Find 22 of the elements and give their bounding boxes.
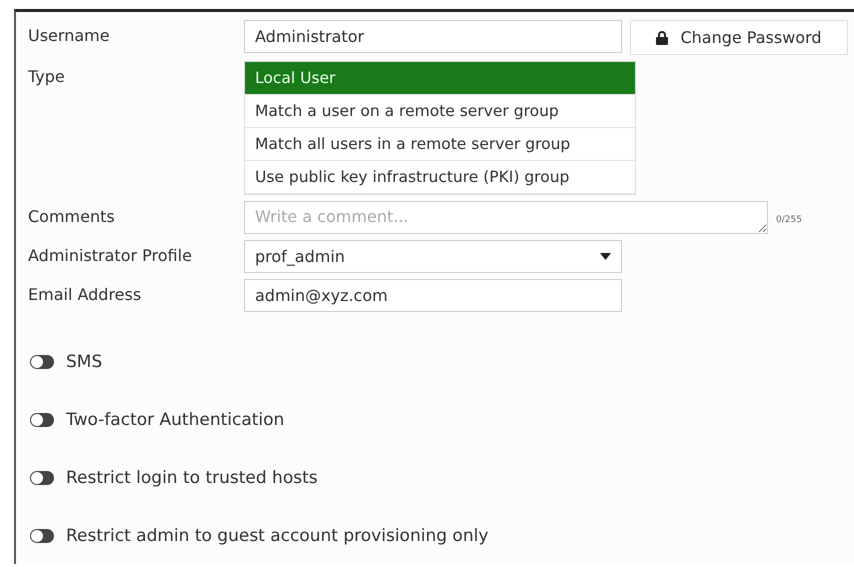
profile-dropdown[interactable]: prof_admin [244, 240, 622, 273]
caret-icon [600, 253, 611, 260]
field-label: Email Address [28, 284, 142, 304]
toggle-switch[interactable] [30, 413, 54, 427]
field-label: Username [28, 25, 111, 45]
lock-icon [656, 30, 668, 44]
toggle-label: SMS [66, 352, 102, 372]
toggle-switch[interactable] [30, 471, 54, 485]
field-label: Administrator Profile [28, 245, 193, 265]
field-label: Type [28, 66, 66, 86]
toggle-label: Restrict login to trusted hosts [66, 468, 318, 488]
text-field[interactable]: admin@xyz.com [244, 279, 622, 312]
comment-field[interactable]: Write a comment... [244, 201, 768, 234]
toggle-label: Two-factor Authentication [66, 410, 284, 430]
text-field[interactable]: Administrator [244, 20, 622, 53]
change-password-button[interactable]: Change Password [630, 20, 848, 55]
character-counter: 0/255 [776, 215, 802, 225]
toggle-switch[interactable] [30, 529, 54, 543]
toggle-switch[interactable] [30, 355, 54, 369]
toggle-label: Restrict admin to guest account provisioning only [66, 526, 488, 546]
list-option[interactable]: Local User [245, 62, 635, 95]
field-label: Comments [28, 206, 116, 226]
